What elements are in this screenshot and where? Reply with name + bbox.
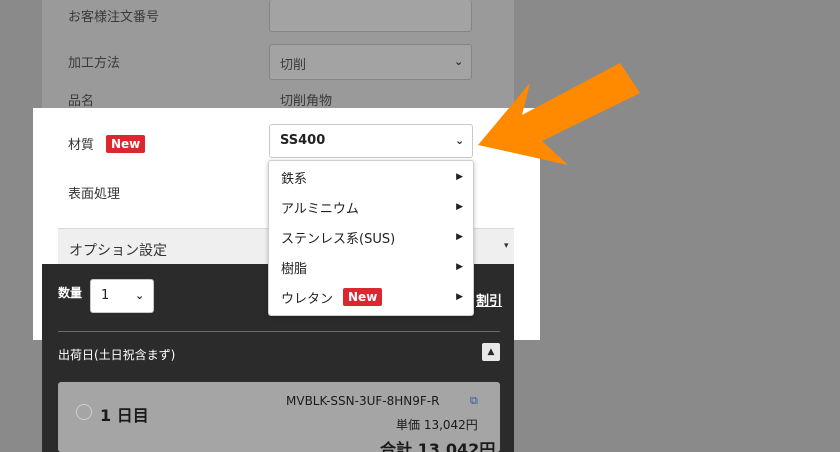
customer-order-label: お客様注文番号 — [68, 10, 160, 25]
discount-link[interactable]: 割引 — [476, 290, 502, 309]
quantity-label: 数量 — [58, 286, 83, 300]
part-number: MVBLK-SSN-3UF-8HN9F-R — [286, 394, 440, 408]
quantity-select[interactable]: 1 ⌄ — [90, 279, 154, 313]
ship-date-label: 出荷日(土日祝含まず) — [58, 348, 176, 362]
copy-icon[interactable]: ⧉ — [470, 394, 478, 408]
day-option-label: 1 日目 — [100, 406, 149, 425]
collapse-icon[interactable]: ▲ — [482, 343, 500, 361]
menu-item-aluminum[interactable]: アルミニウム ▶ — [269, 192, 473, 222]
menu-item-label: ウレタン — [281, 291, 334, 307]
chevron-right-icon: ▶ — [456, 292, 463, 302]
process-value: 切削 — [280, 58, 307, 73]
total-price: 合計 13,042円 — [380, 440, 496, 452]
material-label: 材質 — [68, 138, 95, 153]
quantity-value: 1 — [101, 288, 110, 303]
customer-order-input[interactable] — [269, 0, 472, 32]
menu-item-label: 鉄系 — [281, 171, 308, 187]
chevron-down-icon: ⌄ — [454, 55, 464, 68]
menu-item-resin[interactable]: 樹脂 ▶ — [269, 252, 473, 282]
ship-option-card[interactable]: 1 日目 MVBLK-SSN-3UF-8HN9F-R ⧉ 単価 13,042円 … — [58, 382, 500, 452]
menu-item-label: アルミニウム — [281, 201, 359, 217]
menu-item-urethane[interactable]: ウレタン New ▶ — [269, 282, 473, 312]
material-dropdown-menu: 鉄系 ▶ アルミニウム ▶ ステンレス系(SUS) ▶ 樹脂 ▶ ウレタン Ne… — [268, 160, 474, 316]
radio-button[interactable] — [76, 404, 92, 420]
menu-item-iron[interactable]: 鉄系 ▶ — [269, 162, 473, 192]
menu-item-label: 樹脂 — [281, 261, 308, 277]
chevron-right-icon: ▶ — [456, 262, 463, 272]
material-value: SS400 — [280, 133, 326, 148]
new-badge: New — [106, 135, 146, 153]
chevron-right-icon: ▶ — [456, 202, 463, 212]
menu-item-stainless[interactable]: ステンレス系(SUS) ▶ — [269, 222, 473, 252]
menu-item-label: ステンレス系(SUS) — [281, 231, 396, 247]
chevron-down-icon: ⌄ — [455, 134, 465, 147]
option-settings-label: オプション設定 — [69, 243, 167, 259]
process-select[interactable]: 切削 ⌄ — [269, 44, 472, 80]
pointer-arrow-icon — [478, 63, 640, 165]
product-name-value: 切削角物 — [280, 94, 333, 109]
new-badge: New — [343, 288, 383, 306]
surface-label: 表面処理 — [68, 187, 121, 202]
material-new-badge: New — [106, 133, 146, 153]
chevron-right-icon: ▶ — [456, 232, 463, 242]
chevron-right-icon: ▶ — [456, 172, 463, 182]
material-select[interactable]: SS400 ⌄ — [269, 124, 473, 158]
product-name-label: 品名 — [68, 94, 95, 109]
scroll-down-icon[interactable]: ▾ — [504, 241, 509, 251]
process-label: 加工方法 — [68, 56, 121, 71]
chevron-down-icon: ⌄ — [135, 289, 145, 302]
unit-price: 単価 13,042円 — [396, 418, 478, 432]
